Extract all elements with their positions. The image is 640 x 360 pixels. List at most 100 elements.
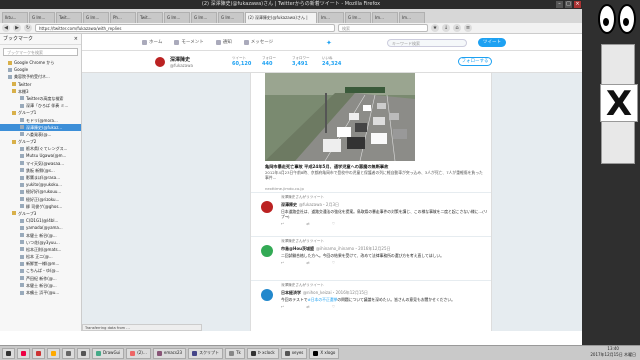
bookmark-search-input[interactable]: ブックマークを検索 [3,48,78,56]
minimize-button[interactable]: – [556,1,563,8]
bookmark-item[interactable]: C(D1G1(@l4bl... [0,217,81,224]
stat-likes[interactable]: いいね 24,324 [322,56,350,67]
taskbar-button[interactable]: (2)… [126,347,151,359]
reload-button[interactable]: ↻ [24,24,32,32]
tweet-author[interactable]: 市島@Hou茨城盟 [281,246,314,251]
taskbar-button[interactable]: DrawGui [92,347,125,359]
taskbar-button[interactable]: xeyes [280,347,308,359]
traffic-photo[interactable] [265,73,415,161]
bookmark-item[interactable]: 本健士 新谷(@... [0,232,81,239]
taskbar-button[interactable]: emacs23 [152,347,187,359]
follow-button[interactable]: フォローする [458,57,492,66]
bookmark-item[interactable]: 美容院予約受付ネ... [0,73,81,80]
like-icon[interactable]: ♡ [332,221,336,226]
bookmark-item[interactable]: 極好正(@rizoku... [0,196,81,203]
bookmark-folder[interactable]: Google Chrome から [0,59,81,66]
retweet-icon[interactable]: ⇄ [306,260,309,265]
browser-tab[interactable]: Ph... [110,12,136,23]
nav-messages[interactable]: メッセージ [243,39,273,45]
url-bar[interactable]: https://twitter.com/fukazawa/with_replie… [35,24,335,32]
bookmark-item[interactable]: 極好好(@rukouu... [0,188,81,195]
nav-home[interactable]: ホーム [142,39,162,45]
browser-tab[interactable]: G Im... [191,12,217,23]
sidebar-close-button[interactable]: × [74,34,78,44]
bookmark-item[interactable]: 深澤「ひろば 伴奏 ミ... [0,102,81,109]
taskbar-button[interactable] [2,347,15,359]
taskbar-button[interactable] [77,347,90,359]
tweet-avatar[interactable] [261,201,273,213]
profile-avatar[interactable] [154,56,166,68]
xlogo-icon[interactable]: X [600,84,638,123]
like-icon[interactable]: ♡ [332,304,336,309]
browser-tab[interactable]: Im... [399,12,425,23]
taskbar-button[interactable]: ᐅ xclock [246,347,279,359]
tweet-item[interactable]: 深澤陳史さんがリツイート 市島@Hou茨城盟 @ihinamo_ihinamo・2… [251,236,491,265]
bookmark-item[interactable]: 鉄板 新鮮(@s... [0,167,81,174]
twitter-search-input[interactable]: キーワード検索 [387,39,467,47]
nav-moments[interactable]: モーメント [174,39,204,45]
tweet-avatar[interactable] [261,245,273,257]
menu-icon[interactable]: ≡ [464,24,472,32]
browser-tab[interactable]: G Im... [164,12,190,23]
like-icon[interactable]: ♡ [332,260,336,265]
taskbar-button[interactable]: スクリプト [188,347,224,359]
bookmarks-menu-icon[interactable]: ★ [431,24,439,32]
taskbar-button[interactable]: Tk [225,347,245,359]
close-window-button[interactable]: × [574,1,581,8]
retweet-icon[interactable]: ⇄ [306,304,309,309]
taskbar-button[interactable] [17,347,30,359]
tweet-link[interactable]: #日本の不正選挙 [308,297,338,302]
stat-followers[interactable]: フォロワー 3,491 [292,56,320,67]
bookmark-folder[interactable]: グループ3 [0,210,81,217]
download-icon[interactable]: ↓ [442,24,450,32]
retweet-icon[interactable]: ⇄ [306,221,309,226]
bookmark-item[interactable]: いつ花(@y3yuu... [0,239,81,246]
bookmark-folder[interactable]: 本棚3 [0,88,81,95]
bookmark-item[interactable]: Mutsu Ugawa(@m... [0,152,81,159]
bookmark-item[interactable]: 本健士 新谷(@... [0,282,81,289]
bookmark-item[interactable]: 新鮮堂一様(@m... [0,260,81,267]
bookmark-item[interactable]: 影響まぽ(@rasa... [0,174,81,181]
reply-icon[interactable]: ↩ [281,221,284,226]
reply-icon[interactable]: ↩ [281,304,284,309]
browser-tab[interactable]: Twit... [137,12,163,23]
bookmark-item[interactable]: 深澤陳史(@fukaz... [0,123,81,131]
bookmark-item[interactable]: 松本 正二(@... [0,253,81,260]
browser-tab[interactable]: G Im... [218,12,244,23]
tweet-item[interactable]: 深澤陳史さんがリツイート 深澤陳史 @fukazawa・2月3日 日本道路会社は、… [251,192,491,226]
browser-tab[interactable]: Im... [372,12,398,23]
browser-search-input[interactable]: 検索 [338,24,428,32]
bookmark-item[interactable]: yukito(@yukoku... [0,181,81,188]
bookmark-item[interactable]: こちんぱ・ゆ(@... [0,267,81,274]
browser-tab[interactable]: Iktu... [2,12,28,23]
tweet-button[interactable]: ツイート [478,38,506,47]
taskbar-button[interactable]: X xlogo [309,347,340,359]
browser-tab[interactable]: Twit... [56,12,82,23]
tweet-author[interactable]: 深澤陳史 [281,202,297,207]
bookmark-item[interactable]: Twitterの高度な検索 [0,95,81,102]
taskbar-button[interactable] [62,347,75,359]
bookmark-item[interactable]: 芦田紀 新作(@... [0,275,81,282]
taskbar-button[interactable] [47,347,60,359]
bookmark-item[interactable]: Google [0,66,81,73]
bookmark-item[interactable]: モドリ(@mora... [0,117,81,124]
bookmark-folder[interactable]: Twitter [0,81,81,88]
bookmark-item[interactable]: yamada(@yama... [0,224,81,231]
bookmark-folder[interactable]: グループ2 [0,138,81,145]
twitter-bird-icon[interactable]: ✦ [326,39,332,47]
taskbar-button[interactable] [32,347,45,359]
bookmark-item[interactable]: 柳 司俊ゲ(@ghos... [0,203,81,210]
browser-tab[interactable]: G Im... [345,12,371,23]
home-icon[interactable]: ⌂ [453,24,461,32]
browser-tab[interactable]: G Im... [83,12,109,23]
bookmark-item[interactable]: ハ委発表(@... [0,131,81,138]
xeyes-right-eye[interactable] [618,4,636,34]
bookmark-item[interactable]: マイ天気(@wasaa... [0,160,81,167]
stat-following[interactable]: フォロー 440 [262,56,290,67]
forward-button[interactable]: ▶ [13,24,21,32]
browser-tab[interactable]: G Im... [29,12,55,23]
xeyes-left-eye[interactable] [598,4,616,34]
bookmark-item[interactable]: 栃木県(ぐてレングス... [0,145,81,152]
reply-icon[interactable]: ↩ [281,260,284,265]
tweet-avatar[interactable] [261,289,273,301]
